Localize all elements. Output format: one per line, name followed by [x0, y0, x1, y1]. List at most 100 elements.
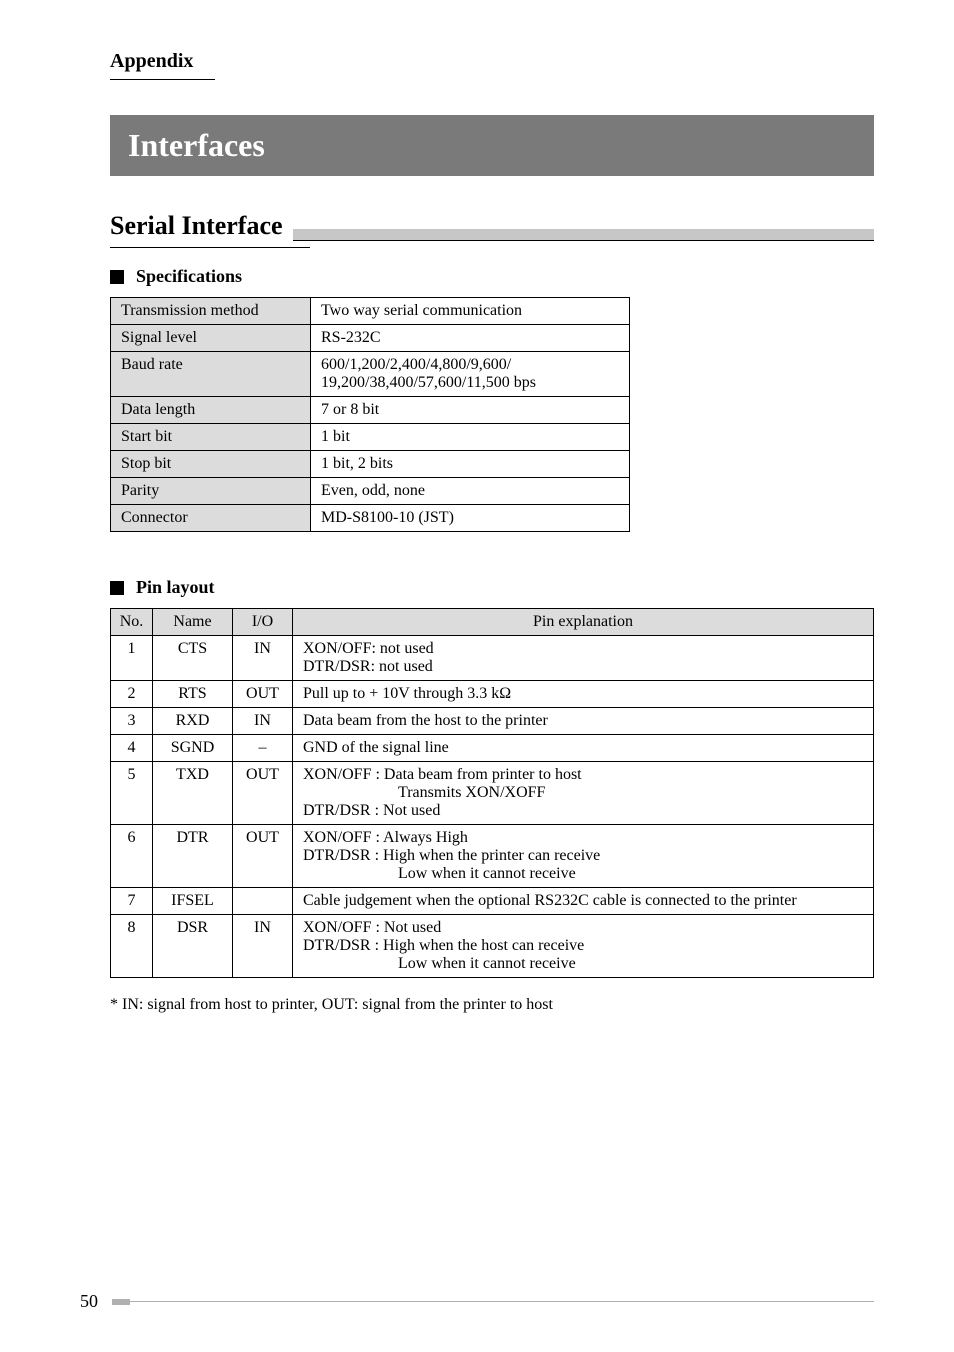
pin-layout-heading: Pin layout: [110, 577, 874, 598]
explanation-line: XON/OFF: not used: [303, 640, 863, 658]
pin-explanation: XON/OFF : Always HighDTR/DSR : High when…: [293, 825, 874, 888]
table-row: Start bit1 bit: [111, 424, 630, 451]
pin-explanation: XON/OFF: not usedDTR/DSR: not used: [293, 636, 874, 681]
table-row: 4SGND–GND of the signal line: [111, 735, 874, 762]
explanation-line: Cable judgement when the optional RS232C…: [303, 892, 863, 910]
explanation-line: DTR/DSR : Not used: [303, 802, 863, 820]
specifications-heading-text: Specifications: [136, 266, 242, 287]
explanation-line: DTR/DSR : High when the host can receive: [303, 937, 863, 955]
pin-no: 8: [111, 915, 153, 978]
pin-explanation: GND of the signal line: [293, 735, 874, 762]
spec-label: Data length: [111, 397, 311, 424]
header-no: No.: [111, 609, 153, 636]
section-label: Appendix: [110, 50, 874, 73]
pin-io: OUT: [233, 825, 293, 888]
pin-no: 4: [111, 735, 153, 762]
pin-io: [233, 888, 293, 915]
pin-io: IN: [233, 708, 293, 735]
table-row: 3RXDIN Data beam from the host to the pri…: [111, 708, 874, 735]
table-row: Baud rate600/1,200/2,400/4,800/9,600/19,…: [111, 352, 630, 397]
table-header-row: No. Name I/O Pin explanation: [111, 609, 874, 636]
table-row: 5TXDOUTXON/OFF : Data beam from printer …: [111, 762, 874, 825]
pin-explanation: Data beam from the host to the printer: [293, 708, 874, 735]
footnote: * IN: signal from host to printer, OUT: …: [110, 996, 874, 1014]
pin-name: RTS: [153, 681, 233, 708]
pin-no: 2: [111, 681, 153, 708]
header-name: Name: [153, 609, 233, 636]
pin-name: TXD: [153, 762, 233, 825]
explanation-line: XON/OFF : Always High: [303, 829, 863, 847]
explanation-line: Pull up to + 10V through 3.3 kΩ: [303, 685, 863, 703]
spec-value: Even, odd, none: [311, 478, 630, 505]
subsection-bar: [293, 229, 874, 241]
table-row: Signal levelRS-232C: [111, 325, 630, 352]
pin-name: DTR: [153, 825, 233, 888]
spec-value: 600/1,200/2,400/4,800/9,600/19,200/38,40…: [311, 352, 630, 397]
pin-no: 1: [111, 636, 153, 681]
footer-line: [130, 1301, 874, 1302]
footer-bar-icon: [112, 1299, 130, 1305]
pin-name: RXD: [153, 708, 233, 735]
page-number: 50: [80, 1291, 98, 1312]
pin-name: DSR: [153, 915, 233, 978]
pin-no: 5: [111, 762, 153, 825]
table-row: 2RTSOUT Pull up to + 10V through 3.3 kΩ: [111, 681, 874, 708]
table-row: ConnectorMD-S8100-10 (JST): [111, 505, 630, 532]
pin-name: IFSEL: [153, 888, 233, 915]
explanation-line-indented: Low when it cannot receive: [303, 955, 863, 973]
specifications-table: Transmission methodTwo way serial commun…: [110, 297, 630, 532]
spec-label: Signal level: [111, 325, 311, 352]
explanation-line: XON/OFF : Data beam from printer to host: [303, 766, 863, 784]
pin-explanation: Pull up to + 10V through 3.3 kΩ: [293, 681, 874, 708]
table-row: 7IFSEL Cable judgement when the optional …: [111, 888, 874, 915]
explanation-line: XON/OFF : Not used: [303, 919, 863, 937]
pin-no: 6: [111, 825, 153, 888]
spec-value: RS-232C: [311, 325, 630, 352]
explanation-line: GND of the signal line: [303, 739, 863, 757]
explanation-line: Data beam from the host to the printer: [303, 712, 863, 730]
explanation-line-indented: Low when it cannot receive: [303, 865, 863, 883]
spec-value: 1 bit: [311, 424, 630, 451]
square-bullet-icon: [110, 270, 124, 284]
pin-explanation: Cable judgement when the optional RS232C…: [293, 888, 874, 915]
pin-explanation: XON/OFF : Not usedDTR/DSR : High when th…: [293, 915, 874, 978]
pin-no: 7: [111, 888, 153, 915]
specifications-heading: Specifications: [110, 266, 874, 287]
spec-label: Parity: [111, 478, 311, 505]
explanation-line: DTR/DSR: not used: [303, 658, 863, 676]
pin-name: CTS: [153, 636, 233, 681]
explanation-line: DTR/DSR : High when the printer can rece…: [303, 847, 863, 865]
pin-io: OUT: [233, 681, 293, 708]
spec-label: Start bit: [111, 424, 311, 451]
table-row: Data length7 or 8 bit: [111, 397, 630, 424]
spec-value: Two way serial communication: [311, 298, 630, 325]
explanation-line-indented: Transmits XON/XOFF: [303, 784, 863, 802]
pin-no: 3: [111, 708, 153, 735]
pin-explanation: XON/OFF : Data beam from printer to host…: [293, 762, 874, 825]
spec-label: Baud rate: [111, 352, 311, 397]
pin-layout-heading-text: Pin layout: [136, 577, 215, 598]
section-underline: [110, 79, 215, 80]
pin-io: OUT: [233, 762, 293, 825]
pin-layout-table: No. Name I/O Pin explanation 1CTSINXON/O…: [110, 608, 874, 978]
pin-io: IN: [233, 915, 293, 978]
table-row: Stop bit1 bit, 2 bits: [111, 451, 630, 478]
table-row: 8DSRINXON/OFF : Not usedDTR/DSR : High w…: [111, 915, 874, 978]
subsection-row: Serial Interface: [110, 211, 874, 241]
pin-name: SGND: [153, 735, 233, 762]
table-row: ParityEven, odd, none: [111, 478, 630, 505]
spec-value: 1 bit, 2 bits: [311, 451, 630, 478]
page-title: Interfaces: [110, 115, 874, 176]
header-explanation: Pin explanation: [293, 609, 874, 636]
spec-value: MD-S8100-10 (JST): [311, 505, 630, 532]
pin-io: –: [233, 735, 293, 762]
pin-io: IN: [233, 636, 293, 681]
table-row: Transmission methodTwo way serial commun…: [111, 298, 630, 325]
subsection-underline: [110, 247, 310, 248]
spec-label: Connector: [111, 505, 311, 532]
table-row: 6DTROUTXON/OFF : Always HighDTR/DSR : Hi…: [111, 825, 874, 888]
subsection-title: Serial Interface: [110, 211, 283, 241]
square-bullet-icon: [110, 581, 124, 595]
table-row: 1CTSINXON/OFF: not usedDTR/DSR: not used: [111, 636, 874, 681]
page-footer: 50: [80, 1291, 874, 1312]
